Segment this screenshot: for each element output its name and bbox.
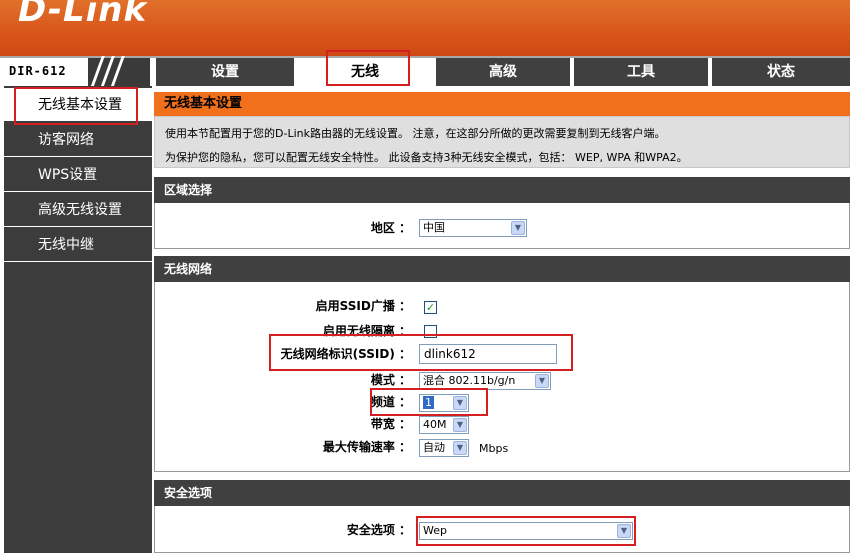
sidebar-item-advanced-wireless[interactable]: 高级无线设置: [4, 193, 152, 227]
tab-setup[interactable]: 设置: [154, 58, 294, 86]
region-label: 地区 ：: [370, 221, 411, 235]
top-nav: DIR-612 设置 无线 高级 工具 状态: [0, 56, 850, 88]
rate-value: 自动: [423, 441, 445, 454]
highlight-sidebar-item: [14, 87, 138, 125]
page-title: 无线基本设置: [154, 92, 850, 116]
sidebar-item-wps[interactable]: WPS设置: [4, 158, 152, 192]
mode-label: 模式 ：: [370, 373, 411, 387]
security-label: 安全选项 ：: [346, 523, 411, 537]
section-security-heading: 安全选项: [154, 480, 850, 506]
bandwidth-value: 40M: [423, 418, 447, 431]
sidebar-item-wireless-repeater[interactable]: 无线中继: [4, 228, 152, 262]
chevron-down-icon: ▼: [453, 441, 467, 455]
highlight-security: [416, 516, 636, 546]
mode-value: 混合 802.11b/g/n: [423, 374, 516, 387]
chevron-down-icon: ▼: [535, 374, 549, 388]
model-label: DIR-612: [9, 64, 67, 78]
section-region: 地区 ： 中国 ▼: [154, 203, 850, 249]
bandwidth-select[interactable]: 40M ▼: [419, 416, 469, 434]
bandwidth-label: 带宽 ：: [370, 417, 411, 431]
section-wireless: 启用SSID广播 ： ✓ 启用无线隔离 ： 无线网络标识(SSID) ： dli…: [154, 282, 850, 472]
region-select[interactable]: 中国 ▼: [419, 219, 527, 237]
highlight-channel: [370, 388, 488, 416]
region-value: 中国: [423, 221, 445, 234]
intro-box: 使用本节配置用于您的D-Link路由器的无线设置。 注意，在这部分所做的更改需要…: [154, 116, 850, 168]
section-region-heading: 区域选择: [154, 177, 850, 203]
model-decoration: [88, 56, 150, 88]
rate-unit: Mbps: [479, 442, 509, 455]
dlink-logo: D-Link: [18, 0, 148, 30]
highlight-wireless-tab: [326, 50, 410, 86]
header-banner: D-Link: [0, 0, 850, 56]
main-content: 无线基本设置 使用本节配置用于您的D-Link路由器的无线设置。 注意，在这部分…: [154, 86, 850, 553]
rate-label: 最大传输速率 ：: [322, 440, 411, 454]
ssid-broadcast-label: 启用SSID广播 ：: [315, 299, 411, 313]
ssid-broadcast-checkbox[interactable]: ✓: [424, 301, 437, 314]
chevron-down-icon: ▼: [453, 418, 467, 432]
chevron-down-icon: ▼: [511, 221, 525, 235]
intro-line-2: 为保护您的隐私，您可以配置无线安全特性。 此设备支持3种无线安全模式，包括： W…: [165, 151, 688, 164]
model-badge: DIR-612: [0, 56, 152, 88]
checkmark-icon: ✓: [425, 301, 436, 314]
tab-tools[interactable]: 工具: [572, 58, 708, 86]
section-wireless-heading: 无线网络: [154, 256, 850, 282]
tab-advanced[interactable]: 高级: [434, 58, 570, 86]
sidebar: 无线基本设置 访客网络 WPS设置 高级无线设置 无线中继: [4, 86, 152, 553]
tab-status[interactable]: 状态: [710, 58, 850, 86]
rate-select[interactable]: 自动 ▼: [419, 439, 469, 457]
intro-line-1: 使用本节配置用于您的D-Link路由器的无线设置。 注意，在这部分所做的更改需要…: [165, 127, 666, 140]
sidebar-item-guest-network[interactable]: 访客网络: [4, 123, 152, 157]
highlight-ssid: [269, 334, 573, 371]
